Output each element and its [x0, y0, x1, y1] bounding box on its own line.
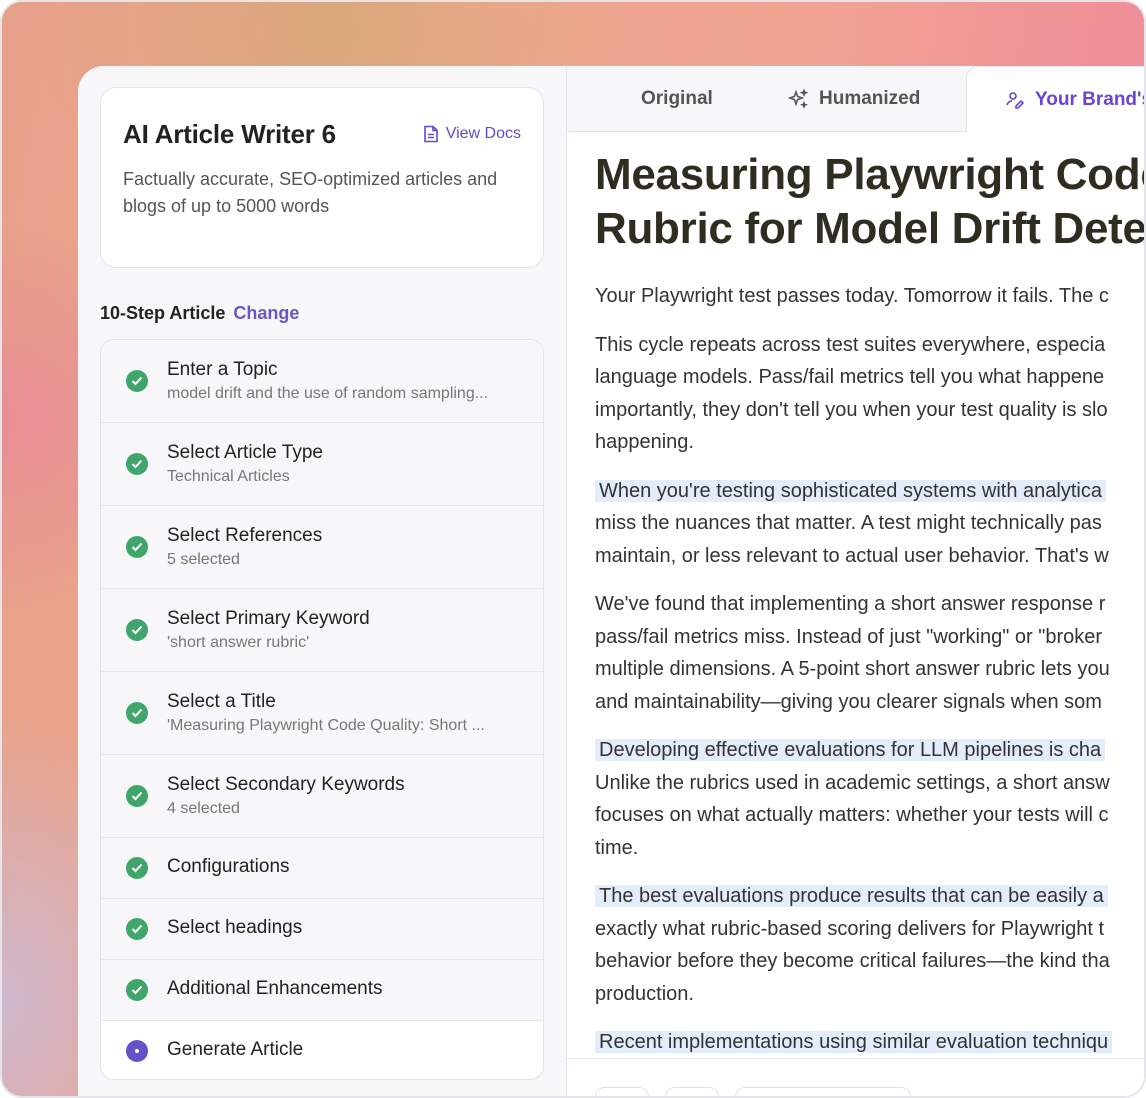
step-primary-keyword[interactable]: Select Primary Keyword 'short answer rub…	[101, 589, 543, 672]
step-title: Generate Article	[167, 1039, 304, 1060]
document-icon	[423, 125, 438, 143]
article-paragraph: When you're testing sophisticated system…	[595, 479, 1109, 567]
tab-humanized[interactable]: Humanized	[787, 66, 920, 132]
check-circle-icon	[126, 857, 148, 879]
article-toolbar	[567, 1058, 1144, 1096]
sparkle-icon	[787, 88, 809, 109]
tab-label: Your Brand's	[1035, 89, 1146, 110]
check-circle-icon	[126, 536, 148, 558]
view-docs-link[interactable]: View Docs	[423, 125, 521, 143]
step-article-type[interactable]: Select Article Type Technical Articles	[101, 423, 543, 506]
step-references[interactable]: Select References 5 selected	[101, 506, 543, 589]
step-title: Select References	[167, 525, 323, 546]
step-title: Select Article Type	[167, 442, 323, 463]
steps-list: Enter a Topic model drift and the use of…	[100, 339, 544, 1080]
brand-voice-icon	[1006, 92, 1025, 109]
current-step-icon	[126, 1040, 148, 1062]
tab-label: Humanized	[819, 88, 921, 109]
article-panel: Original Humanized Your Brand's Measurin…	[567, 66, 1146, 1096]
step-headings[interactable]: Select headings	[101, 899, 543, 960]
step-title: Configurations	[167, 856, 290, 877]
step-enter-topic[interactable]: Enter a Topic model drift and the use of…	[101, 340, 543, 423]
article-paragraph: Developing effective evaluations for LLM…	[595, 739, 1110, 859]
left-panel: AI Article Writer 6 View Docs Factually …	[78, 66, 567, 1096]
tab-label: Original	[641, 88, 713, 109]
tab-your-brand[interactable]: Your Brand's	[966, 66, 1146, 133]
toolbar-button[interactable]	[735, 1087, 911, 1096]
tool-info-card: AI Article Writer 6 View Docs Factually …	[100, 87, 544, 268]
step-title-select[interactable]: Select a Title 'Measuring Playwright Cod…	[101, 672, 543, 755]
toolbar-button[interactable]	[595, 1087, 649, 1096]
version-tabs: Original Humanized Your Brand's	[567, 66, 1146, 133]
toolbar-button[interactable]	[665, 1087, 719, 1096]
window-frame: AI Article Writer 6 View Docs Factually …	[0, 0, 1146, 1098]
tab-original[interactable]: Original	[641, 66, 713, 132]
step-secondary-keywords[interactable]: Select Secondary Keywords 4 selected	[101, 755, 543, 838]
steps-header: 10-Step Article Change	[100, 303, 299, 324]
article-content: Measuring Playwright Code Rubric for Mod…	[595, 148, 1146, 1059]
check-circle-icon	[126, 453, 148, 475]
article-title: Measuring Playwright Code Rubric for Mod…	[595, 150, 1146, 253]
step-title: Select Secondary Keywords	[167, 774, 405, 795]
steps-header-label: 10-Step Article	[100, 303, 226, 323]
check-circle-icon	[126, 918, 148, 940]
tool-title: AI Article Writer 6	[123, 119, 336, 149]
step-title: Enter a Topic	[167, 359, 278, 380]
article-paragraph: Recent implementations using similar eva…	[595, 1026, 1144, 1059]
tool-description: Factually accurate, SEO-optimized articl…	[123, 169, 498, 216]
check-circle-icon	[126, 979, 148, 1001]
step-title: Select a Title	[167, 691, 276, 712]
article-paragraph: We've found that implementing a short an…	[595, 593, 1110, 713]
highlighted-sentence[interactable]: Developing effective evaluations for LLM…	[595, 739, 1106, 761]
view-docs-label: View Docs	[445, 125, 521, 142]
step-subtitle: 4 selected	[167, 800, 240, 817]
check-circle-icon	[126, 370, 148, 392]
step-subtitle: Technical Articles	[167, 468, 290, 485]
check-circle-icon	[126, 619, 148, 641]
highlighted-sentence[interactable]: The best evaluations produce results tha…	[595, 885, 1108, 907]
step-subtitle: 'Measuring Playwright Code Quality: Shor…	[167, 717, 485, 734]
step-title: Select headings	[167, 917, 303, 938]
step-configurations[interactable]: Configurations	[101, 838, 543, 899]
check-circle-icon	[126, 702, 148, 724]
step-title: Additional Enhancements	[167, 978, 383, 999]
highlighted-sentence[interactable]: Recent implementations using similar eva…	[595, 1031, 1113, 1053]
article-paragraph: The best evaluations produce results tha…	[595, 885, 1110, 1005]
step-generate-article[interactable]: Generate Article	[101, 1021, 543, 1079]
change-link[interactable]: Change	[233, 303, 299, 323]
article-paragraph: Your Playwright test passes today. Tomor…	[595, 285, 1109, 307]
step-subtitle: 'short answer rubric'	[167, 634, 310, 651]
step-subtitle: 5 selected	[167, 551, 240, 568]
check-circle-icon	[126, 785, 148, 807]
step-enhancements[interactable]: Additional Enhancements	[101, 960, 543, 1021]
article-paragraph: This cycle repeats across test suites ev…	[595, 333, 1108, 454]
step-title: Select Primary Keyword	[167, 608, 370, 629]
highlighted-sentence[interactable]: When you're testing sophisticated system…	[595, 479, 1106, 502]
app-window: AI Article Writer 6 View Docs Factually …	[78, 66, 1146, 1096]
step-subtitle: model drift and the use of random sampli…	[167, 385, 489, 402]
